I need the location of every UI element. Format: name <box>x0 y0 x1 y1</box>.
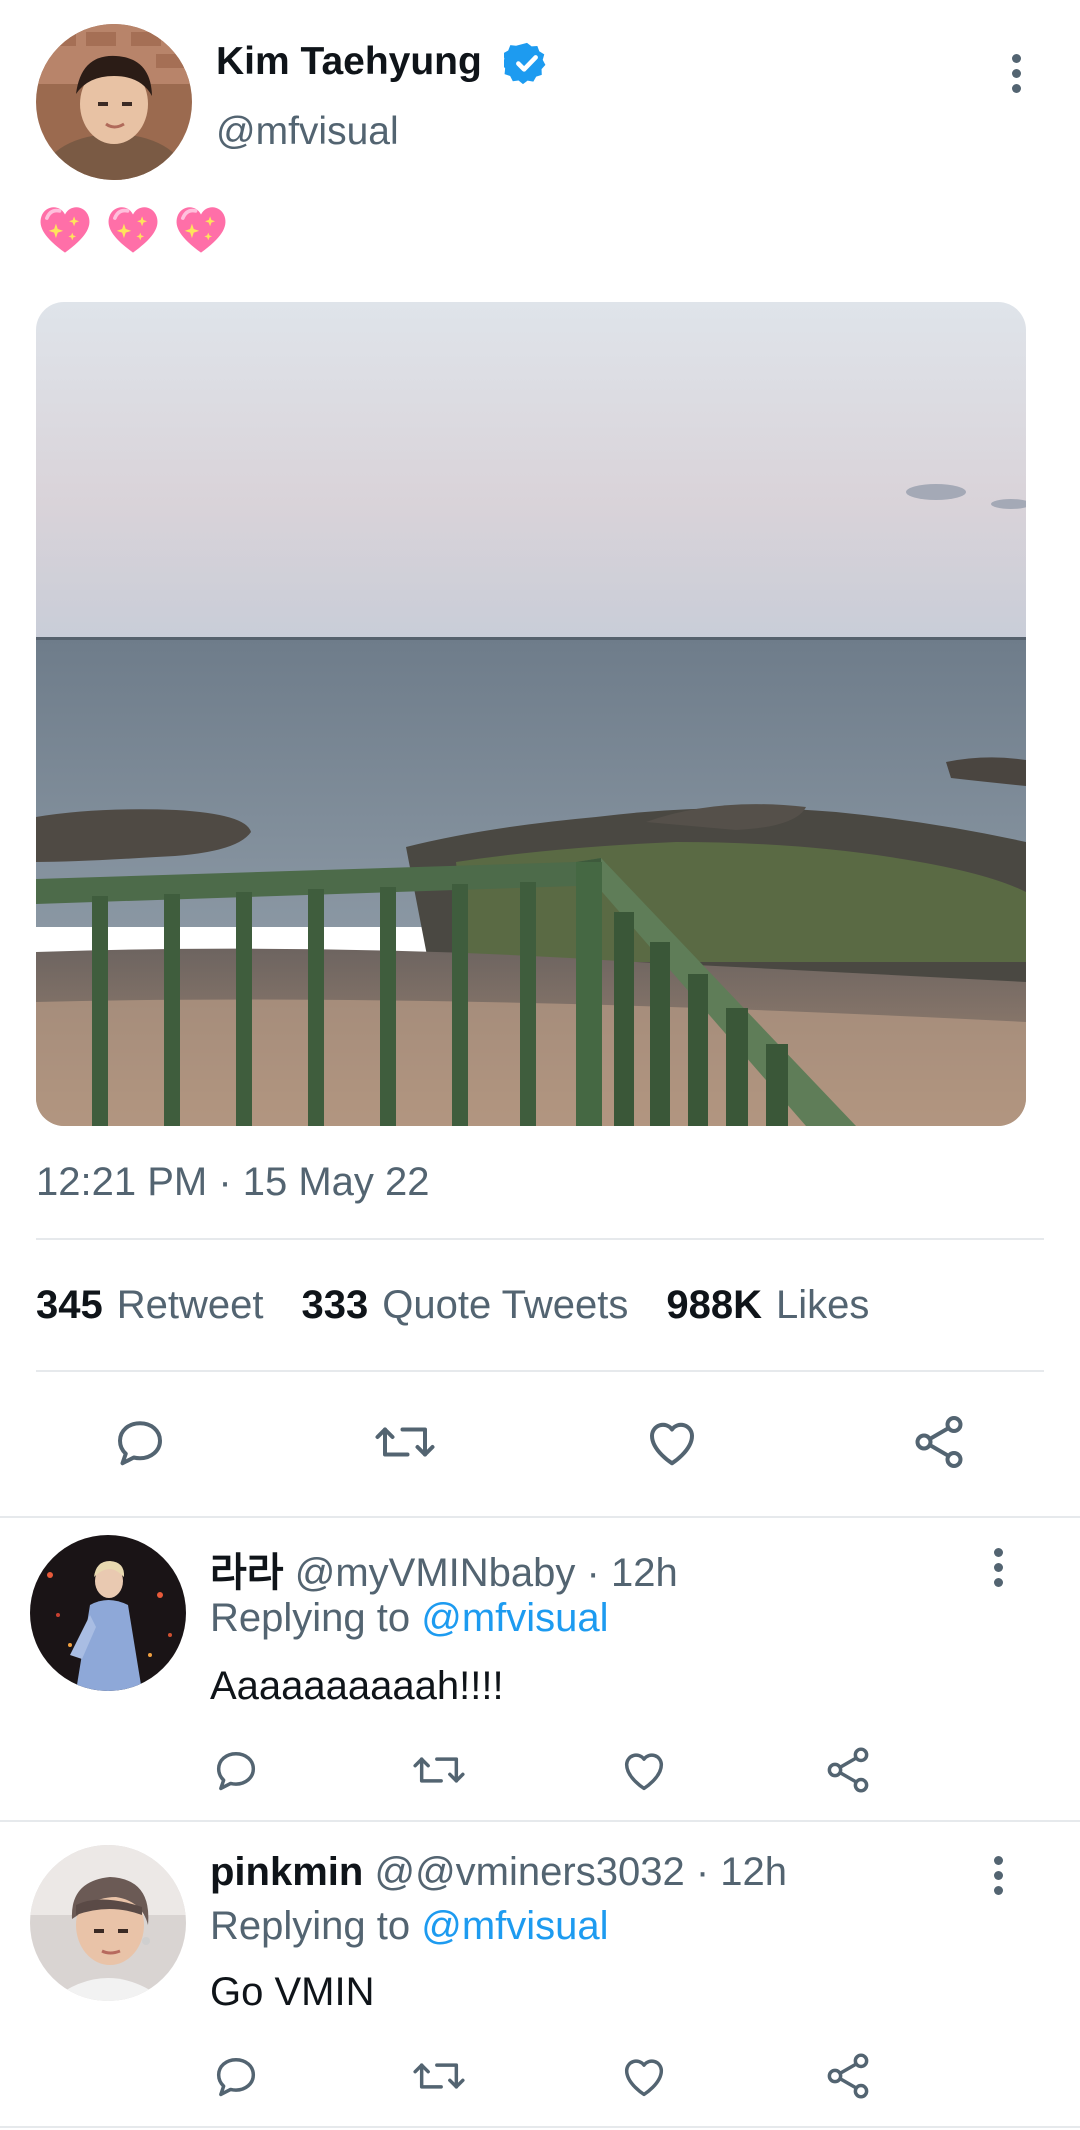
tweet-stats: 345 Retweet 333 Quote Tweets 988K Likes <box>36 1283 869 1328</box>
divider <box>36 1238 1044 1240</box>
more-options-icon[interactable] <box>992 1548 1004 1593</box>
share-icon[interactable] <box>908 1412 970 1472</box>
likes-label: Likes <box>775 1283 870 1327</box>
replying-to: Replying to @mfvisual <box>210 1904 609 1949</box>
quote-tweets-label: Quote Tweets <box>382 1283 629 1327</box>
replying-to: Replying to @mfvisual <box>210 1596 609 1641</box>
reply-text: Aaaaaaaaaah!!!! <box>210 1664 504 1708</box>
divider <box>0 1820 1080 1822</box>
reply-author-name[interactable]: pinkmin <box>210 1850 363 1894</box>
likes-count[interactable]: 988K Likes <box>666 1283 869 1328</box>
reply-time[interactable]: 12h <box>720 1850 787 1894</box>
reply-time[interactable]: 12h <box>611 1551 678 1595</box>
replying-to-handle[interactable]: @mfvisual <box>421 1904 608 1948</box>
retweet-icon[interactable] <box>372 1412 438 1472</box>
reply-text: Go VMIN <box>210 1970 375 2014</box>
reply-author-name[interactable]: 라라 <box>210 1551 284 1595</box>
reply-avatar[interactable] <box>30 1845 186 2001</box>
sparkling-heart-icon <box>40 207 90 253</box>
like-icon[interactable] <box>618 2050 670 2107</box>
author-avatar[interactable] <box>36 24 192 180</box>
divider <box>0 1516 1080 1518</box>
sparkling-heart-icon <box>176 207 226 253</box>
more-options-icon[interactable] <box>1010 54 1022 99</box>
reply-author-handle[interactable]: @@vminers3032 <box>374 1850 684 1894</box>
likes-number: 988K <box>666 1283 762 1327</box>
replying-to-handle[interactable]: @mfvisual <box>421 1596 608 1640</box>
retweet-icon[interactable] <box>410 2050 468 2107</box>
retweet-count-label: Retweet <box>116 1283 264 1327</box>
share-icon[interactable] <box>822 1744 874 1801</box>
divider <box>0 2126 1080 2128</box>
more-options-icon[interactable] <box>992 1856 1004 1901</box>
retweet-icon[interactable] <box>410 1744 468 1801</box>
reply-header: 라라 @myVMINbaby · 12h <box>210 1551 678 1595</box>
tweet-photo[interactable] <box>36 302 1026 1126</box>
replying-to-label: Replying to <box>210 1596 411 1640</box>
reply-icon[interactable] <box>210 2050 262 2107</box>
tweet-text: 💖💖💖 <box>36 200 230 258</box>
reply-header: pinkmin @@vminers3032 · 12h <box>210 1850 787 1894</box>
reply-icon[interactable] <box>210 1744 262 1801</box>
verified-badge-icon <box>501 40 550 86</box>
like-icon[interactable] <box>642 1412 702 1472</box>
quote-tweets-number: 333 <box>301 1283 369 1327</box>
reply-author-handle[interactable]: @myVMINbaby <box>295 1551 576 1595</box>
sparkling-heart-icon <box>108 207 158 253</box>
author-name[interactable]: Kim Taehyung <box>216 40 482 84</box>
retweet-count-number: 345 <box>36 1283 103 1327</box>
reply-avatar[interactable] <box>30 1535 186 1691</box>
reply-actions <box>210 2050 900 2102</box>
author-handle[interactable]: @mfvisual <box>216 110 399 154</box>
like-icon[interactable] <box>618 1744 670 1801</box>
quote-tweets-count[interactable]: 333 Quote Tweets <box>302 1283 629 1328</box>
reply-actions <box>210 1744 900 1796</box>
reply-icon[interactable] <box>110 1412 170 1472</box>
divider <box>36 1370 1044 1372</box>
retweet-count[interactable]: 345 Retweet <box>36 1283 264 1328</box>
tweet-timestamp[interactable]: 12:21 PM · 15 May 22 <box>36 1160 430 1205</box>
replying-to-label: Replying to <box>210 1904 411 1948</box>
share-icon[interactable] <box>822 2050 874 2107</box>
